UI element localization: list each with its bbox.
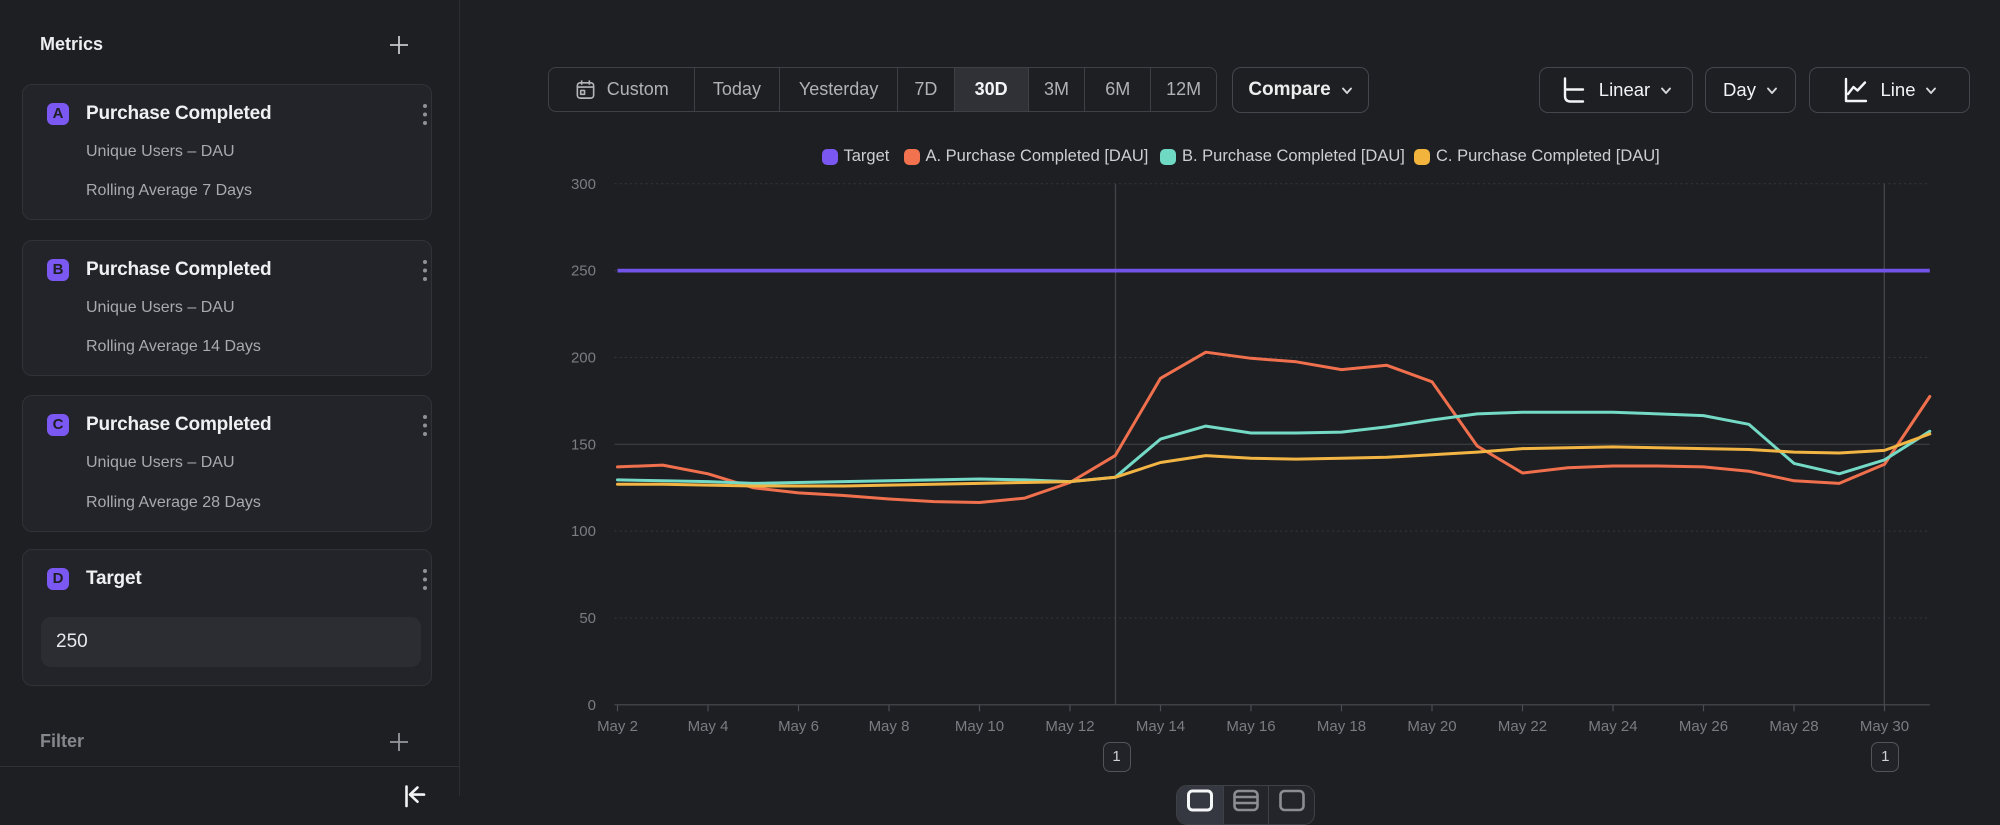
svg-text:May 2: May 2 [597,718,638,735]
svg-text:May 26: May 26 [1679,718,1728,735]
svg-text:May 22: May 22 [1498,718,1547,735]
svg-text:May 4: May 4 [688,718,729,735]
svg-text:May 10: May 10 [955,718,1004,735]
svg-text:May 12: May 12 [1045,718,1094,735]
svg-text:100: 100 [571,523,596,540]
svg-text:May 6: May 6 [778,718,819,735]
svg-text:May 30: May 30 [1860,718,1909,735]
svg-text:300: 300 [571,176,596,193]
svg-text:May 18: May 18 [1317,718,1366,735]
svg-text:May 28: May 28 [1769,718,1818,735]
svg-text:150: 150 [571,436,596,453]
svg-text:May 8: May 8 [869,718,910,735]
svg-text:50: 50 [579,610,596,627]
svg-text:200: 200 [571,350,596,367]
svg-text:May 16: May 16 [1226,718,1275,735]
svg-text:0: 0 [588,697,596,714]
svg-text:May 14: May 14 [1136,718,1185,735]
svg-text:May 20: May 20 [1407,718,1456,735]
svg-text:May 24: May 24 [1588,718,1637,735]
svg-text:250: 250 [571,263,596,280]
